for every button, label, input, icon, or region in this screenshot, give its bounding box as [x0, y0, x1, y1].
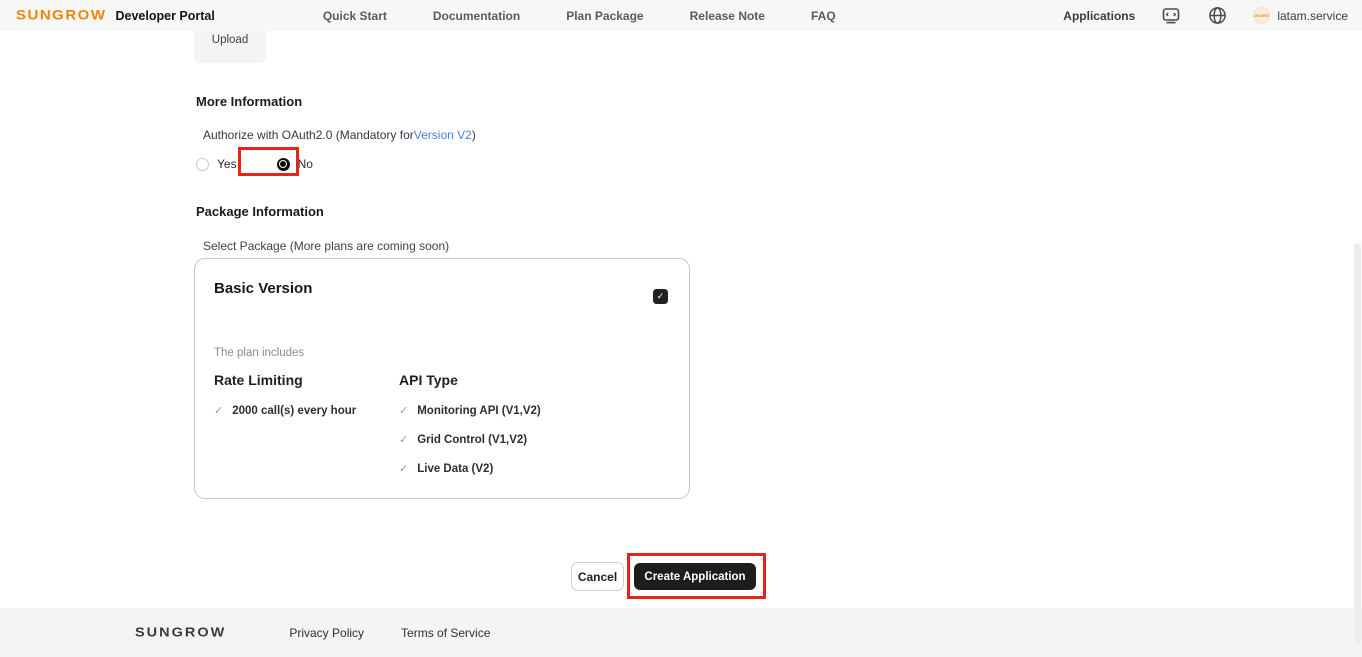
package-title: Basic Version	[214, 280, 312, 297]
oauth-radio-yes[interactable]: Yes	[196, 157, 237, 171]
api-type-monitoring: Monitoring API (V1,V2)	[417, 405, 541, 417]
radio-no-label: No	[298, 157, 313, 171]
list-item: ✓ Monitoring API (V1,V2)	[399, 404, 541, 417]
oauth-question-label: Authorize with OAuth2.0 (Mandatory forVe…	[203, 128, 476, 142]
oauth-label-prefix: Authorize with OAuth2.0 (Mandatory for	[203, 128, 414, 142]
applications-link[interactable]: Applications	[1063, 9, 1135, 23]
radio-yes-label: Yes	[217, 157, 237, 171]
create-application-button[interactable]: Create Application	[634, 563, 756, 590]
nav-item-release-note[interactable]: Release Note	[690, 9, 765, 23]
select-package-label: Select Package (More plans are coming so…	[203, 239, 449, 253]
package-information-heading: Package Information	[196, 204, 324, 219]
top-nav: SUNGROW Developer Portal Quick Start Doc…	[0, 0, 1362, 31]
api-type-column: API Type ✓ Monitoring API (V1,V2) ✓ Grid…	[399, 372, 541, 475]
sungrow-logo[interactable]: SUNGROW	[16, 8, 107, 24]
user-name: latam.service	[1277, 9, 1348, 23]
footer: SUNGROW Privacy Policy Terms of Service	[0, 608, 1362, 657]
nav-item-faq[interactable]: FAQ	[811, 9, 836, 23]
nav-item-quick-start[interactable]: Quick Start	[323, 9, 387, 23]
nav-right-group: Applications SUNGROW latam.service	[1063, 6, 1348, 26]
cancel-button[interactable]: Cancel	[571, 562, 624, 591]
version-v2-link[interactable]: Version V2	[414, 128, 472, 142]
terms-of-service-link[interactable]: Terms of Service	[401, 626, 490, 640]
tick-icon: ✓	[214, 404, 223, 417]
nav-item-plan-package[interactable]: Plan Package	[566, 9, 643, 23]
privacy-policy-link[interactable]: Privacy Policy	[289, 626, 364, 640]
footer-sungrow-logo: SUNGROW	[135, 625, 226, 640]
list-item: ✓ Live Data (V2)	[399, 462, 541, 475]
rate-limit-value: 2000 call(s) every hour	[232, 405, 356, 417]
user-avatar: SUNGROW	[1253, 7, 1270, 24]
list-item: ✓ Grid Control (V1,V2)	[399, 433, 541, 446]
checkmark-icon: ✓	[657, 292, 665, 301]
radio-unselected-icon[interactable]	[196, 158, 209, 171]
console-monitor-icon[interactable]	[1161, 6, 1181, 26]
portal-title: Developer Portal	[116, 9, 215, 23]
api-type-live-data: Live Data (V2)	[417, 463, 493, 475]
vertical-scrollbar[interactable]	[1354, 243, 1361, 643]
nav-item-documentation[interactable]: Documentation	[433, 9, 520, 23]
tick-icon: ✓	[399, 462, 408, 475]
oauth-radio-no[interactable]: No	[277, 157, 313, 171]
oauth-label-suffix: )	[472, 128, 476, 142]
nav-menu: Quick Start Documentation Plan Package R…	[323, 9, 836, 23]
rate-limiting-heading: Rate Limiting	[214, 372, 356, 388]
tick-icon: ✓	[399, 433, 408, 446]
globe-language-icon[interactable]	[1207, 6, 1227, 26]
tick-icon: ✓	[399, 404, 408, 417]
radio-selected-icon[interactable]	[277, 158, 290, 171]
api-type-heading: API Type	[399, 372, 541, 388]
more-information-heading: More Information	[196, 94, 302, 109]
user-menu[interactable]: SUNGROW latam.service	[1253, 7, 1348, 24]
oauth-radio-group: Yes No	[196, 153, 313, 175]
package-selected-checkbox[interactable]: ✓	[653, 289, 668, 304]
plan-includes-label: The plan includes	[214, 347, 304, 359]
basic-version-package-card[interactable]: Basic Version ✓ The plan includes Rate L…	[194, 258, 690, 499]
api-type-grid-control: Grid Control (V1,V2)	[417, 434, 527, 446]
rate-limiting-column: Rate Limiting ✓ 2000 call(s) every hour	[214, 372, 356, 417]
list-item: ✓ 2000 call(s) every hour	[214, 404, 356, 417]
